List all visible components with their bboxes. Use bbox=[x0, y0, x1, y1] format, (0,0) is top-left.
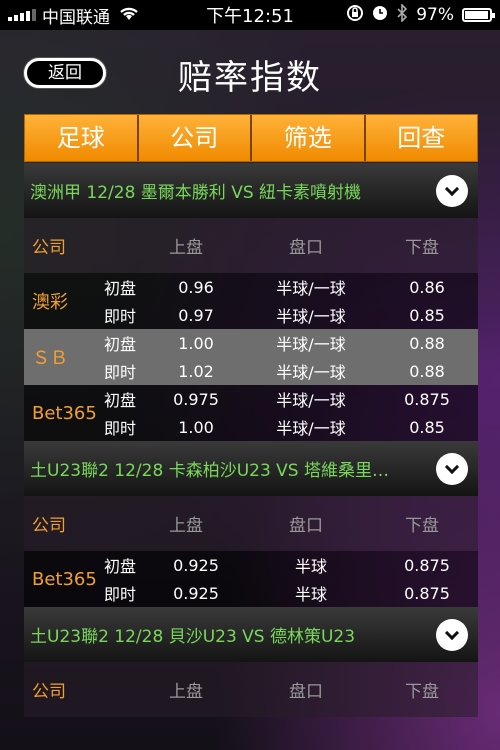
bookmaker-name: 澳彩 bbox=[32, 292, 68, 313]
col-up: 上盘 bbox=[169, 516, 203, 536]
col-up: 上盘 bbox=[169, 238, 203, 258]
rotation-lock-icon bbox=[346, 4, 364, 27]
line-label: 初盘 bbox=[104, 279, 137, 298]
chevron-down-icon[interactable] bbox=[436, 453, 468, 485]
wifi-icon bbox=[118, 5, 140, 26]
down-odds: 0.86 bbox=[409, 277, 445, 297]
bookmaker-row[interactable]: Bet365 初盘 0.925 半球 0.875 即时 0.925 半球 0.8… bbox=[24, 551, 478, 607]
handicap: 半球/一球 bbox=[276, 335, 346, 354]
bookmaker-name: Bet365 bbox=[32, 568, 97, 590]
odds-line: 即时 0.925 半球 0.875 bbox=[104, 579, 478, 607]
chevron-down-icon[interactable] bbox=[436, 619, 468, 651]
bluetooth-icon bbox=[396, 2, 408, 27]
line-label: 即时 bbox=[104, 307, 137, 326]
up-odds: 1.02 bbox=[178, 361, 214, 381]
up-odds: 0.925 bbox=[173, 583, 219, 603]
col-down: 下盘 bbox=[405, 238, 439, 258]
carrier-label: 中国联通 bbox=[42, 7, 110, 28]
up-odds: 1.00 bbox=[178, 333, 214, 353]
signal-icon bbox=[8, 9, 36, 21]
tab-history[interactable]: 回查 bbox=[365, 115, 477, 161]
down-odds: 0.875 bbox=[404, 583, 450, 603]
odds-line: 初盘 1.00 半球/一球 0.88 bbox=[104, 329, 478, 357]
handicap: 半球/一球 bbox=[276, 279, 346, 298]
handicap: 半球/一球 bbox=[276, 307, 346, 326]
col-pan: 盘口 bbox=[289, 238, 323, 258]
bookmaker-row[interactable]: Bet365 初盘 0.975 半球/一球 0.875 即时 1.00 半球/一… bbox=[24, 385, 478, 441]
odds-line: 即时 1.00 半球/一球 0.85 bbox=[104, 413, 478, 441]
odds-line: 初盘 0.925 半球 0.875 bbox=[104, 551, 478, 579]
down-odds: 0.875 bbox=[404, 555, 450, 575]
line-label: 初盘 bbox=[104, 335, 137, 354]
page-title: 赔率指数 bbox=[178, 58, 322, 98]
column-header: 公司 上盘 盘口 下盘 bbox=[24, 496, 478, 551]
col-pan: 盘口 bbox=[289, 682, 323, 702]
handicap: 半球 bbox=[294, 585, 327, 604]
odds-line: 初盘 0.975 半球/一球 0.875 bbox=[104, 385, 478, 413]
down-odds: 0.85 bbox=[409, 417, 445, 437]
chevron-down-icon[interactable] bbox=[436, 175, 468, 207]
tab-company[interactable]: 公司 bbox=[138, 115, 252, 161]
col-company: 公司 bbox=[32, 682, 66, 702]
bookmaker-name: ＳＢ bbox=[32, 348, 68, 369]
handicap: 半球/一球 bbox=[276, 419, 346, 438]
col-pan: 盘口 bbox=[289, 516, 323, 536]
down-odds: 0.875 bbox=[404, 389, 450, 409]
line-label: 即时 bbox=[104, 419, 137, 438]
handicap: 半球/一球 bbox=[276, 363, 346, 382]
match-title: 土U23聯2 12/28 卡森柏沙U23 VS 塔維桑里… bbox=[30, 461, 389, 481]
down-odds: 0.88 bbox=[409, 361, 445, 381]
match-header[interactable]: 澳洲甲 12/28 墨爾本勝利 VS 紐卡素噴射機 bbox=[24, 163, 478, 218]
up-odds: 0.975 bbox=[173, 389, 219, 409]
status-bar: 中国联通 下午12:51 97% bbox=[0, 0, 500, 30]
tab-bar: 足球 公司 筛选 回查 bbox=[24, 114, 478, 162]
down-odds: 0.85 bbox=[409, 305, 445, 325]
up-odds: 0.97 bbox=[178, 305, 214, 325]
down-odds: 0.88 bbox=[409, 333, 445, 353]
alarm-icon bbox=[372, 5, 388, 26]
battery-icon bbox=[462, 8, 495, 22]
line-label: 即时 bbox=[104, 363, 137, 382]
up-odds: 0.925 bbox=[173, 555, 219, 575]
col-down: 下盘 bbox=[405, 682, 439, 702]
line-label: 初盘 bbox=[104, 391, 137, 410]
battery-percent: 97% bbox=[416, 5, 454, 25]
match-header[interactable]: 土U23聯2 12/28 貝沙U23 VS 德林策U23 bbox=[24, 607, 478, 662]
col-company: 公司 bbox=[32, 238, 66, 258]
tab-football[interactable]: 足球 bbox=[25, 115, 139, 161]
line-label: 即时 bbox=[104, 585, 137, 604]
up-odds: 1.00 bbox=[178, 417, 214, 437]
odds-line: 即时 0.97 半球/一球 0.85 bbox=[104, 301, 478, 329]
match-title: 澳洲甲 12/28 墨爾本勝利 VS 紐卡素噴射機 bbox=[30, 183, 362, 203]
handicap: 半球/一球 bbox=[276, 391, 346, 410]
odds-line: 初盘 0.96 半球/一球 0.86 bbox=[104, 273, 478, 301]
col-up: 上盘 bbox=[169, 682, 203, 702]
match-header[interactable]: 土U23聯2 12/28 卡森柏沙U23 VS 塔維桑里… bbox=[24, 441, 478, 496]
column-header: 公司 上盘 盘口 下盘 bbox=[24, 662, 478, 717]
column-header: 公司 上盘 盘口 下盘 bbox=[24, 218, 478, 273]
tab-filter[interactable]: 筛选 bbox=[252, 115, 366, 161]
line-label: 初盘 bbox=[104, 557, 137, 576]
odds-line: 即时 1.02 半球/一球 0.88 bbox=[104, 357, 478, 385]
up-odds: 0.96 bbox=[178, 277, 214, 297]
bookmaker-row[interactable]: ＳＢ 初盘 1.00 半球/一球 0.88 即时 1.02 半球/一球 0.88 bbox=[24, 329, 478, 385]
bookmaker-name: Bet365 bbox=[32, 402, 97, 424]
match-title: 土U23聯2 12/28 貝沙U23 VS 德林策U23 bbox=[30, 627, 356, 647]
handicap: 半球 bbox=[294, 557, 327, 576]
nav-bar: 返回 赔率指数 bbox=[0, 30, 500, 112]
col-company: 公司 bbox=[32, 516, 66, 536]
odds-list: 澳洲甲 12/28 墨爾本勝利 VS 紐卡素噴射機 公司 上盘 盘口 下盘 澳彩… bbox=[24, 163, 478, 717]
col-down: 下盘 bbox=[405, 516, 439, 536]
bookmaker-row[interactable]: 澳彩 初盘 0.96 半球/一球 0.86 即时 0.97 半球/一球 0.85 bbox=[24, 273, 478, 329]
